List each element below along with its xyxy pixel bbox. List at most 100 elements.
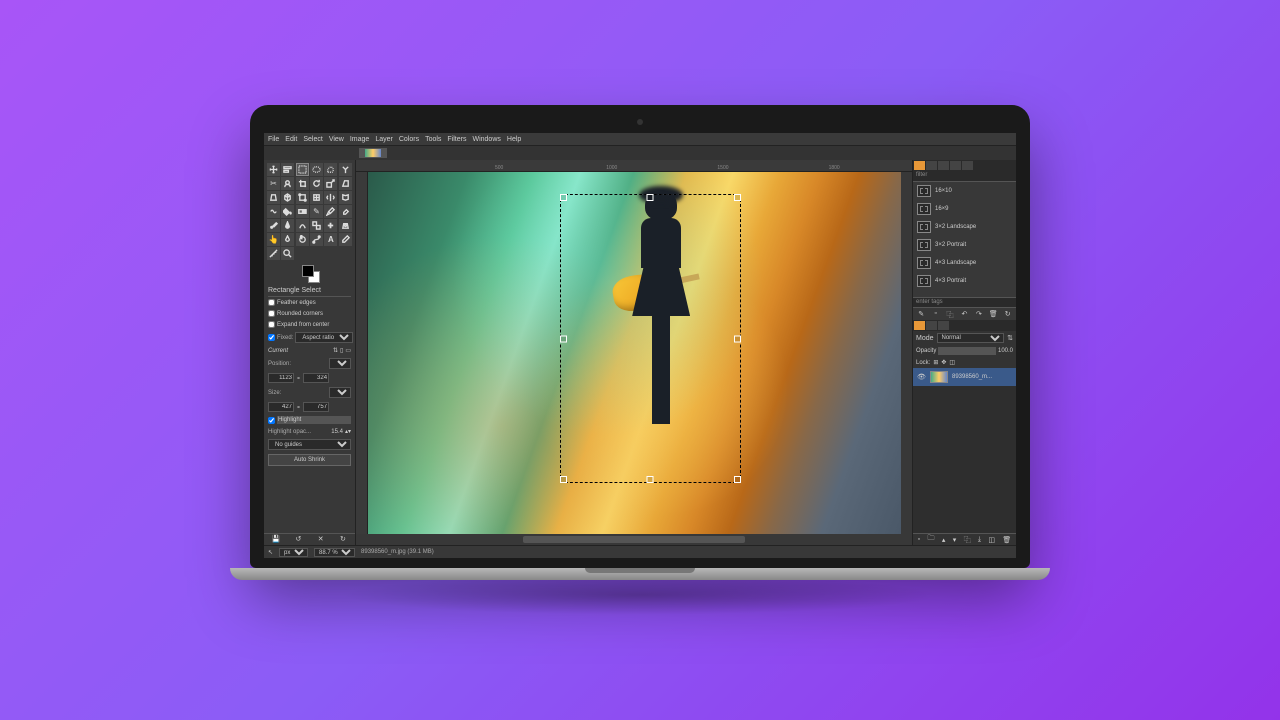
selection-handle-tl[interactable] bbox=[560, 194, 567, 201]
auto-shrink-button[interactable]: Auto Shrink bbox=[268, 454, 351, 466]
selection-handle-ml[interactable] bbox=[560, 335, 567, 342]
raise-layer-icon[interactable]: ▴ bbox=[942, 536, 946, 544]
preset-item[interactable]: 4×3 Landscape bbox=[913, 254, 1016, 272]
menu-edit[interactable]: Edit bbox=[285, 136, 297, 143]
preset-item[interactable]: 16×9 bbox=[913, 200, 1016, 218]
duplicate-layer-icon[interactable]: ⿻ bbox=[964, 535, 971, 545]
tool-free-select[interactable] bbox=[324, 163, 337, 176]
dock-tab-paint[interactable] bbox=[962, 161, 973, 170]
tool-cage[interactable] bbox=[339, 191, 352, 204]
delete-icon[interactable]: 🗑 bbox=[989, 310, 998, 319]
tool-rotate[interactable] bbox=[310, 177, 323, 190]
tool-blur[interactable] bbox=[281, 233, 294, 246]
foreground-color[interactable] bbox=[302, 265, 314, 277]
visibility-icon[interactable]: 👁 bbox=[917, 373, 926, 381]
menu-filters[interactable]: Filters bbox=[447, 136, 466, 143]
canvas[interactable] bbox=[368, 172, 901, 534]
dock-tab-fonts[interactable] bbox=[938, 161, 949, 170]
tool-heal[interactable] bbox=[324, 219, 337, 232]
tool-paintbrush[interactable] bbox=[324, 205, 337, 218]
rounded-checkbox[interactable] bbox=[268, 310, 275, 317]
menu-select[interactable]: Select bbox=[303, 136, 322, 143]
tool-perspective-clone[interactable] bbox=[339, 219, 352, 232]
tool-measure[interactable] bbox=[267, 247, 280, 260]
portrait-icon[interactable]: ▯ bbox=[340, 347, 343, 354]
dock-tab-patterns[interactable] bbox=[926, 161, 937, 170]
tool-align[interactable] bbox=[281, 163, 294, 176]
dock-tab-brushes[interactable] bbox=[914, 161, 925, 170]
tool-gradient[interactable] bbox=[296, 205, 309, 218]
scrollbar-horizontal[interactable] bbox=[356, 534, 912, 545]
tool-ellipse-select[interactable] bbox=[310, 163, 323, 176]
position-x-input[interactable] bbox=[268, 373, 294, 383]
selection-marquee[interactable] bbox=[560, 194, 741, 484]
merge-layer-icon[interactable]: ⤓ bbox=[978, 536, 981, 544]
dock-tab-channels[interactable] bbox=[926, 321, 937, 330]
tool-rect-select[interactable] bbox=[296, 163, 309, 176]
new-icon[interactable]: ▫ bbox=[931, 310, 940, 319]
size-unit[interactable]: px bbox=[329, 387, 351, 398]
tool-clone[interactable] bbox=[310, 219, 323, 232]
landscape-icon[interactable]: ▭ bbox=[345, 347, 351, 354]
zoom-select[interactable]: 88.7 % bbox=[314, 548, 355, 557]
layer-name[interactable]: 89398560_m... bbox=[952, 374, 992, 380]
tool-text[interactable]: A bbox=[324, 233, 337, 246]
tool-foreground-select[interactable] bbox=[281, 177, 294, 190]
redo-icon[interactable]: ↷ bbox=[974, 310, 983, 319]
tool-flip[interactable] bbox=[324, 191, 337, 204]
lock-alpha-icon[interactable]: ◫ bbox=[949, 359, 955, 366]
tool-pencil[interactable]: ✎ bbox=[310, 205, 323, 218]
new-layer-icon[interactable]: ▫ bbox=[918, 536, 920, 543]
tag-filter[interactable]: enter tags bbox=[913, 297, 1016, 308]
tool-path[interactable] bbox=[310, 233, 323, 246]
tool-shear[interactable] bbox=[339, 177, 352, 190]
edit-icon[interactable]: ✎ bbox=[917, 310, 926, 319]
delete-layer-icon[interactable]: 🗑 bbox=[1002, 536, 1011, 544]
lock-pixels-icon[interactable]: ⊞ bbox=[933, 359, 938, 366]
tool-airbrush[interactable] bbox=[267, 219, 280, 232]
undo-icon[interactable]: ↶ bbox=[960, 310, 969, 319]
tool-crop[interactable] bbox=[296, 177, 309, 190]
selection-handle-tm[interactable] bbox=[647, 194, 654, 201]
tool-scale[interactable] bbox=[324, 177, 337, 190]
scrollbar-vertical[interactable] bbox=[901, 172, 912, 534]
menu-image[interactable]: Image bbox=[350, 136, 369, 143]
selection-handle-mr[interactable] bbox=[734, 335, 741, 342]
selection-handle-tr[interactable] bbox=[734, 194, 741, 201]
lower-layer-icon[interactable]: ▾ bbox=[953, 536, 957, 544]
opacity-slider[interactable] bbox=[938, 347, 996, 355]
position-unit[interactable]: px bbox=[329, 358, 351, 369]
tool-perspective[interactable] bbox=[267, 191, 280, 204]
tool-smudge[interactable]: 👆 bbox=[267, 233, 280, 246]
menu-help[interactable]: Help bbox=[507, 136, 521, 143]
layer-row[interactable]: 👁 89398560_m... bbox=[913, 368, 1016, 386]
tool-unified-transform[interactable] bbox=[310, 191, 323, 204]
spinner-icon[interactable]: ▴▾ bbox=[345, 428, 351, 435]
menu-windows[interactable]: Windows bbox=[472, 136, 500, 143]
dock-tab-history[interactable] bbox=[950, 161, 961, 170]
restore-options-icon[interactable]: ↺ bbox=[294, 535, 303, 544]
menu-layer[interactable]: Layer bbox=[375, 136, 393, 143]
duplicate-icon[interactable]: ⿻ bbox=[946, 310, 955, 319]
tool-warp[interactable] bbox=[267, 205, 280, 218]
fixed-checkbox[interactable] bbox=[268, 334, 275, 341]
reset-options-icon[interactable]: ↻ bbox=[338, 535, 347, 544]
guides-select[interactable]: No guides bbox=[268, 439, 351, 450]
menu-view[interactable]: View bbox=[329, 136, 344, 143]
selection-handle-bm[interactable] bbox=[647, 476, 654, 483]
tool-fuzzy-select[interactable] bbox=[339, 163, 352, 176]
swap-icon[interactable]: ⇅ bbox=[333, 347, 338, 354]
save-options-icon[interactable]: 💾 bbox=[272, 535, 281, 544]
document-tab[interactable] bbox=[359, 148, 387, 158]
preset-item[interactable]: 16×10 bbox=[913, 182, 1016, 200]
highlight-checkbox[interactable] bbox=[268, 417, 275, 424]
delete-options-icon[interactable]: ✕ bbox=[316, 535, 325, 544]
size-h-input[interactable] bbox=[303, 402, 329, 412]
lock-position-icon[interactable]: ✥ bbox=[941, 359, 946, 366]
position-y-input[interactable] bbox=[303, 373, 329, 383]
new-group-icon[interactable]: 🗀 bbox=[928, 534, 935, 545]
tool-3d-transform[interactable] bbox=[281, 191, 294, 204]
menu-colors[interactable]: Colors bbox=[399, 136, 419, 143]
dock-tab-layers[interactable] bbox=[914, 321, 925, 330]
link-icon[interactable]: ⚬ bbox=[296, 404, 301, 411]
